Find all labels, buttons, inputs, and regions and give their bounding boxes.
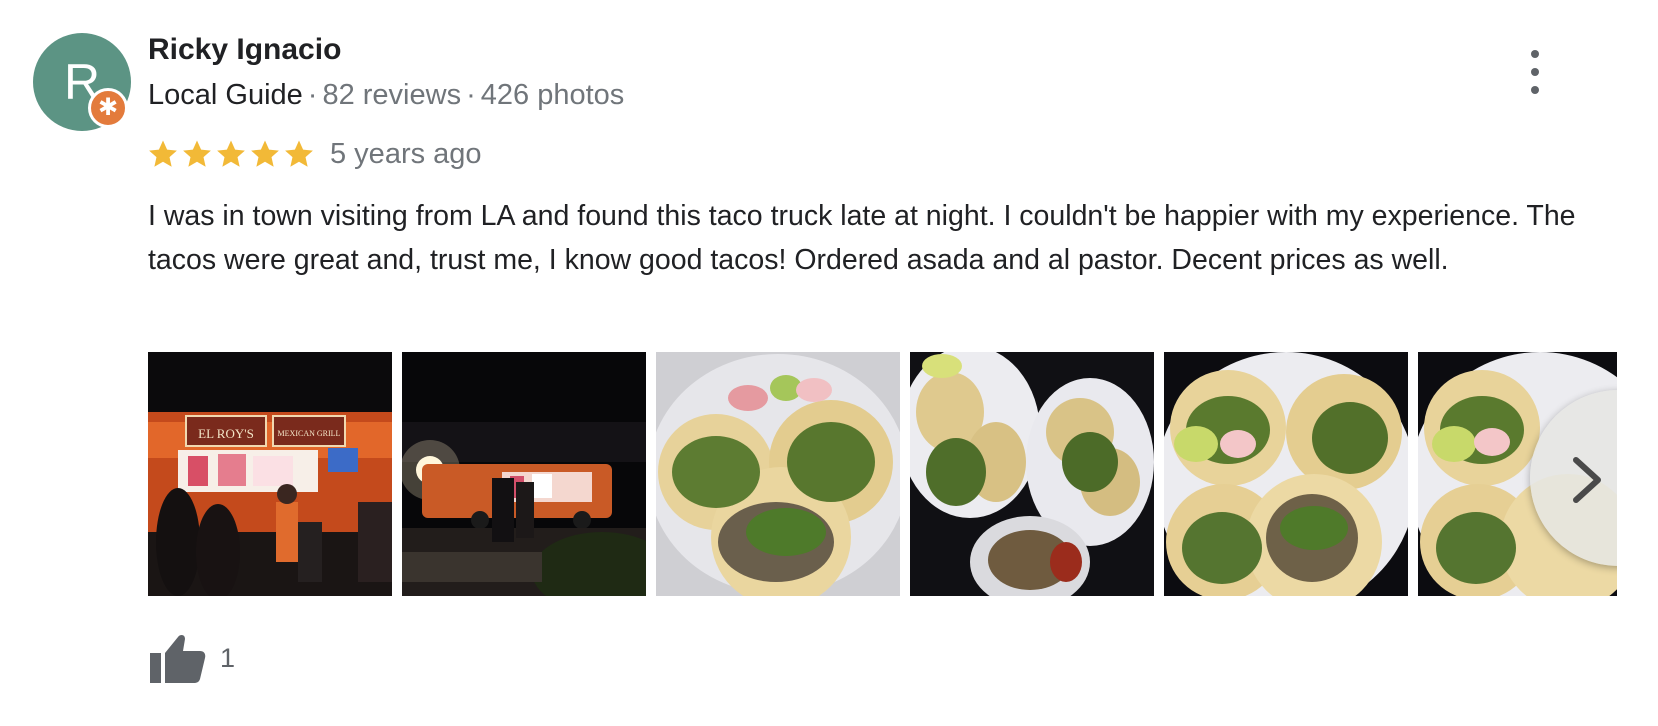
stars xyxy=(146,137,316,171)
meta-separator: · xyxy=(466,79,476,111)
review-date: 5 years ago xyxy=(330,137,482,170)
tacos-plate-photo-2 xyxy=(1164,352,1408,596)
night-truck-photo xyxy=(402,352,646,596)
more-options-button[interactable] xyxy=(1518,50,1552,94)
review-card: R ✱ Ricky Ignacio Local Guide · 82 reviews… xyxy=(0,0,1658,726)
star-icon xyxy=(217,140,245,167)
taco-truck-photo: EL ROY'S MEXICAN GRILL xyxy=(148,352,392,596)
truck-sign-text-2: MEXICAN GRILL xyxy=(278,429,341,438)
review-photo-2[interactable] xyxy=(402,352,646,596)
thumb-up-icon xyxy=(150,634,206,683)
star-icon xyxy=(251,140,279,167)
tacos-plates-photo xyxy=(910,352,1154,596)
photo-count: 426 photos xyxy=(480,79,625,111)
local-guide-badge-icon: ✱ xyxy=(88,88,128,128)
review-photo-4[interactable] xyxy=(910,352,1154,596)
chevron-right-icon xyxy=(1573,457,1601,503)
review-count: 82 reviews xyxy=(322,79,462,111)
review-photo-3[interactable] xyxy=(656,352,900,596)
star-icon xyxy=(285,140,313,167)
photo-strip-edge xyxy=(1617,340,1658,610)
review-photo-5[interactable] xyxy=(1164,352,1408,596)
more-vert-icon xyxy=(1531,50,1539,58)
star-rating: 5 years ago xyxy=(146,132,482,176)
review-photo-1[interactable]: EL ROY'S MEXICAN GRILL xyxy=(148,352,392,596)
reviewer-name[interactable]: Ricky Ignacio xyxy=(148,33,341,67)
like-button[interactable]: 1 xyxy=(148,632,235,684)
more-vert-icon-dot xyxy=(1531,68,1539,76)
like-count: 1 xyxy=(220,642,236,673)
local-guide-label: Local Guide xyxy=(148,79,303,111)
photo-strip: EL ROY'S MEXICAN GRILL xyxy=(148,352,1617,596)
star-icon xyxy=(149,140,177,167)
tacos-plate-photo-1 xyxy=(656,352,900,596)
review-text: I was in town visiting from LA and found… xyxy=(148,200,1576,276)
star-icon xyxy=(183,140,211,167)
reviewer-meta: Local Guide · 82 reviews · 426 photos xyxy=(148,79,624,112)
truck-sign-text: EL ROY'S xyxy=(198,426,254,441)
meta-separator: · xyxy=(307,79,318,111)
more-vert-icon-dot xyxy=(1531,86,1539,94)
